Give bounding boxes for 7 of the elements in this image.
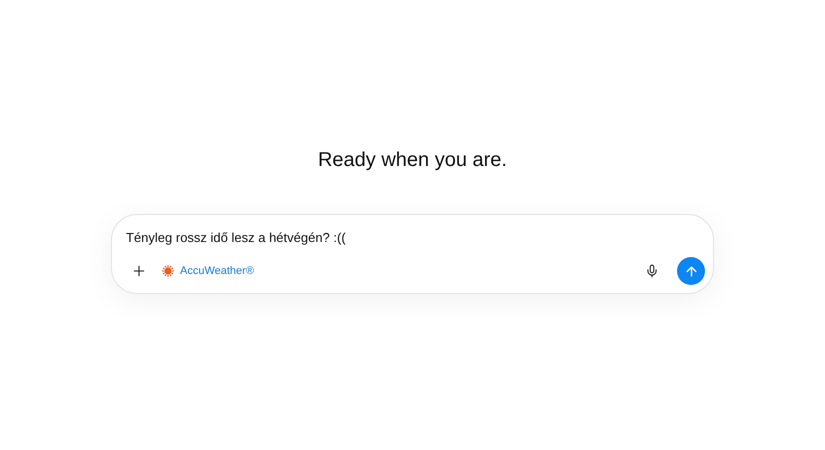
- message-input[interactable]: Tényleg rossz idő lesz a hétvégén? :((: [126, 227, 705, 247]
- send-button[interactable]: [677, 257, 705, 285]
- microphone-icon: [645, 264, 659, 278]
- plus-icon: [131, 263, 147, 279]
- tool-chip[interactable]: AccuWeather®: [158, 258, 258, 284]
- tool-label: AccuWeather®: [180, 265, 254, 277]
- heading: Ready when you are.: [318, 148, 507, 173]
